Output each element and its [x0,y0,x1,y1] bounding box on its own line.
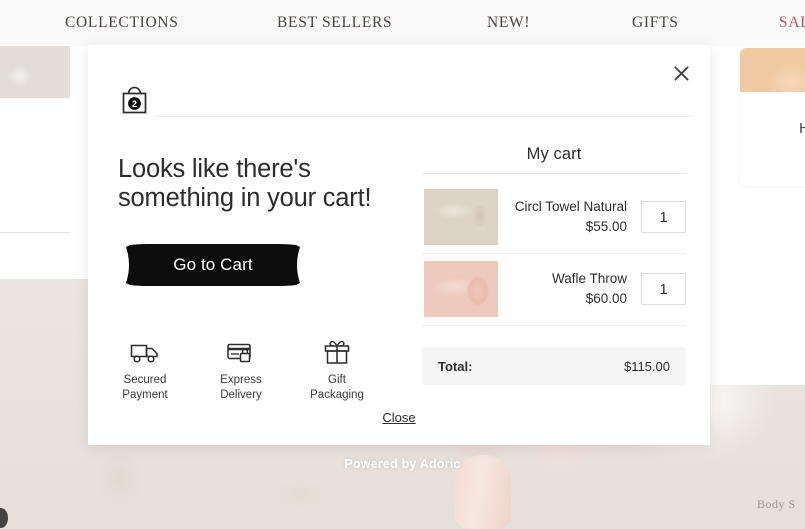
throw-thumbnail [424,261,498,317]
cart-line-item-name: Wafle Throw [551,270,627,286]
cart-row-divider [422,325,686,326]
cart-line-item: Wafle Throw $60.00 1 [422,253,686,325]
cart-title: My cart [526,145,582,163]
truck-icon [130,335,160,365]
badge-gift-packaging: Gift Packaging [306,335,368,403]
badge-express-delivery-label: Express Delivery [220,374,262,402]
cart-title-divider [422,173,686,174]
site-navbar: COLLECTIONS BEST SELLERS NEW! GIFTS SALE [0,0,805,46]
nav-item-0[interactable]: COLLECTIONS [65,14,179,32]
background-right-card-photo [740,48,805,92]
cart-line-item-info: Circl Towel Natural $55.00 [498,197,641,238]
cart-total-label: Total: [438,358,473,374]
shopping-bag-icon: 2 [117,83,152,118]
bag-badge-count: 2 [132,99,137,109]
modal-left-column: 2 Looks like there's something in your c… [88,45,398,445]
badge-secured-payment-label: Secured Payment [122,374,168,402]
cart-line-item-price: $55.00 [585,219,627,234]
badge-gift-packaging-label: Gift Packaging [310,374,364,402]
towel-thumbnail [424,189,498,245]
cart-line-item-name: Circl Towel Natural [514,198,627,214]
background-left-card-photo [0,46,70,98]
background-left-card-divider [0,232,70,233]
cart-line-item: Circl Towel Natural $55.00 1 [422,181,686,253]
badge-secured-payment: Secured Payment [114,335,176,403]
modal-cart-column: My cart Circl Towel Natural $55.00 1 Waf… [422,45,686,445]
cart-line-item-price: $60.00 [585,291,627,306]
nav-item-3[interactable]: GIFTS [632,14,679,32]
badge-express-delivery: Express Delivery [210,335,272,403]
quantity-input[interactable]: 1 [641,201,686,233]
screen: Body S COLLECTIONS BEST SELLERS NEW! GIFTS S… [0,0,805,529]
cart-reminder-modal: 2 Looks like there's something in your c… [88,45,710,445]
nav-item-4[interactable]: SALE [779,14,805,32]
go-to-cart-button[interactable]: Go to Cart [118,243,308,287]
trust-badges: Secured Payment Express Delivery Gift Pa… [114,335,374,403]
background-right-product-card[interactable]: H [740,48,805,186]
cart-line-item-info: Wafle Throw $60.00 [498,269,641,310]
close-link[interactable]: Close [88,410,710,425]
quantity-input[interactable]: 1 [641,273,686,305]
cart-total-bar: Total: $115.00 [422,347,686,385]
nav-item-1[interactable]: BEST SELLERS [277,14,392,32]
card-lock-icon [226,335,256,365]
nav-item-2[interactable]: NEW! [487,14,530,32]
cart-total-value: $115.00 [623,358,670,374]
background-body-label: Body S [757,497,796,511]
gift-icon [323,335,351,365]
background-right-card-text: H [799,120,805,137]
powered-by-label: Powered by Adoric [344,457,461,471]
background-left-card [0,46,70,236]
modal-headline: Looks like there's something in your car… [118,155,372,213]
